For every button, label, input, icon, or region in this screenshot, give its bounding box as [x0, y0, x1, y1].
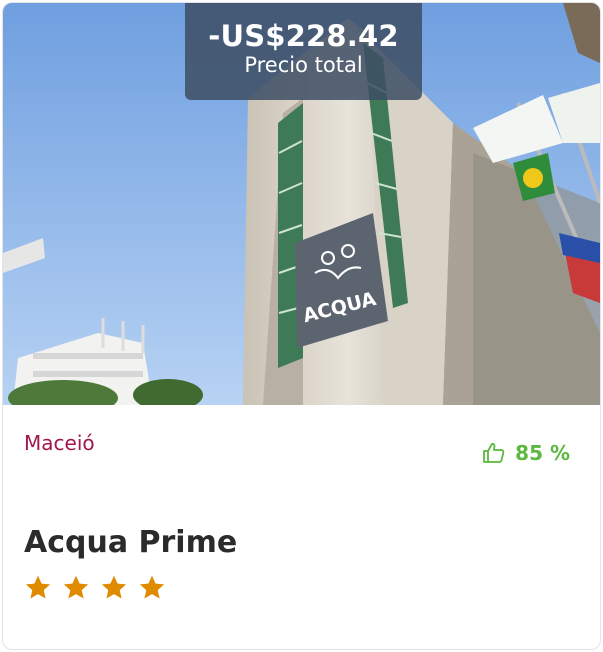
hotel-city: Maceió — [24, 431, 95, 455]
star-rating — [24, 574, 176, 602]
rating-value: 85 % — [515, 441, 570, 465]
hotel-name[interactable]: Acqua Prime — [24, 525, 237, 560]
guest-rating: 85 % — [482, 441, 570, 465]
star-icon — [25, 575, 51, 599]
thumbs-up-icon — [483, 443, 505, 463]
star-icon — [101, 575, 127, 599]
price-badge: -US$228.42 Precio total — [185, 3, 422, 100]
hotel-card[interactable]: ACQUA -US$228.42 Precio total Maceió 85 … — [2, 2, 601, 650]
hotel-info: Maceió 85 % Acqua Prime — [3, 405, 600, 649]
hotel-photo[interactable]: ACQUA -US$228.42 Precio total — [3, 3, 600, 405]
total-price: -US$228.42 — [208, 19, 399, 53]
price-label: Precio total — [244, 53, 363, 77]
star-icon — [63, 575, 89, 599]
star-icon — [139, 575, 165, 599]
